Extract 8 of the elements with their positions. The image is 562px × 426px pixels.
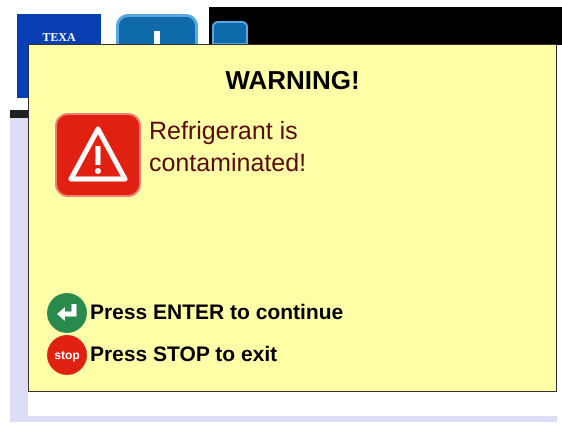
- warning-icon: [55, 113, 141, 197]
- logo-text: TEXA: [42, 31, 76, 43]
- warning-message: Refrigerant is contaminated!: [149, 116, 308, 179]
- instruction-text: Press STOP to exit: [90, 342, 278, 368]
- enter-icon: [47, 293, 87, 333]
- instruction-text: Press ENTER to continue: [90, 300, 344, 326]
- stop-icon: stop: [47, 335, 87, 375]
- dialog-title: WARNING!: [224, 67, 361, 93]
